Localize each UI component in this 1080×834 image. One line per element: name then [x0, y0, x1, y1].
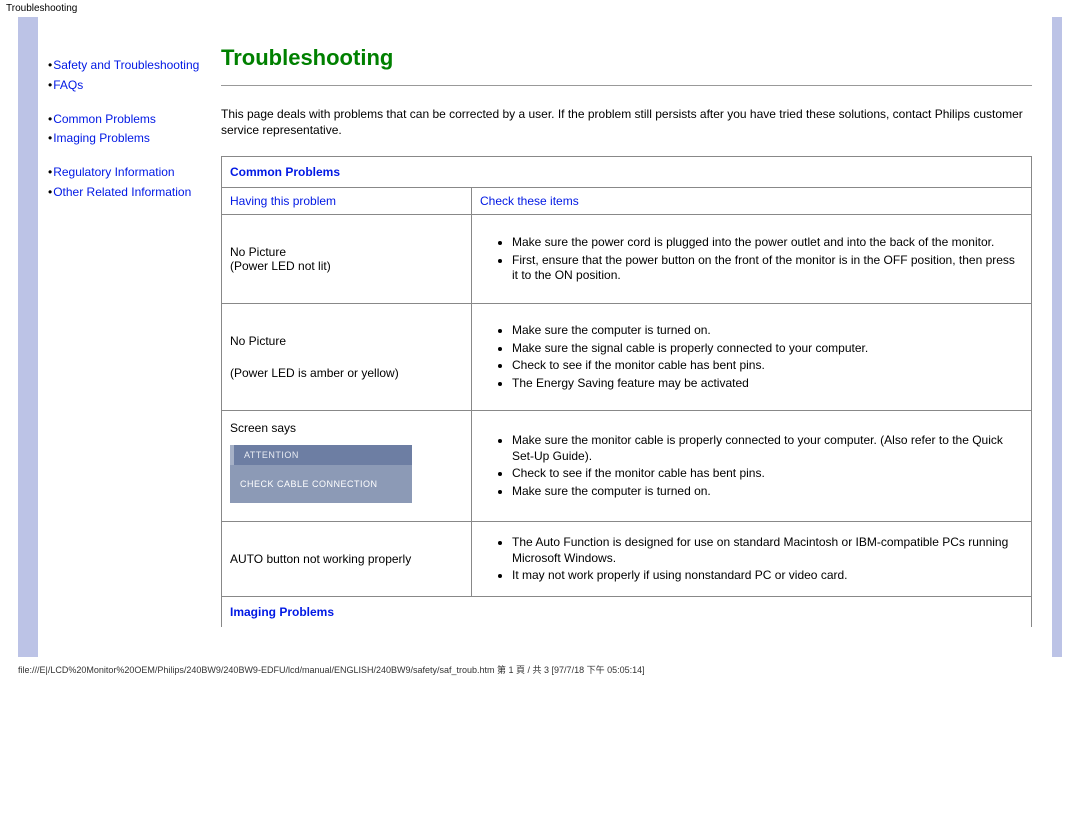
check-item: Make sure the monitor cable is properly …	[512, 433, 1023, 464]
check-item: First, ensure that the power button on t…	[512, 253, 1023, 284]
sidebar-item-common-problems: • Common Problems	[48, 111, 213, 128]
problem-line-1: Screen says	[230, 421, 463, 435]
page-title: Troubleshooting	[221, 45, 1032, 71]
link-safety-troubleshooting[interactable]: Safety and Troubleshooting	[53, 57, 199, 74]
problem-line-2: (Power LED not lit)	[230, 259, 463, 273]
column-head-check: Check these items	[472, 188, 1032, 215]
column-head-problem: Having this problem	[222, 188, 472, 215]
link-faqs[interactable]: FAQs	[53, 77, 83, 94]
sidebar-item-faqs: • FAQs	[48, 77, 213, 94]
check-cell: Make sure the monitor cable is properly …	[472, 411, 1032, 522]
check-cell: Make sure the computer is turned on. Mak…	[472, 304, 1032, 411]
attention-box: ATTENTION CHECK CABLE CONNECTION	[230, 445, 412, 503]
check-cell: The Auto Function is designed for use on…	[472, 522, 1032, 597]
layout: • Safety and Troubleshooting • FAQs • Co…	[38, 17, 1052, 657]
section-heading-imaging: Imaging Problems	[222, 597, 1032, 628]
link-imaging-problems[interactable]: Imaging Problems	[53, 130, 150, 147]
check-item: Make sure the computer is turned on.	[512, 323, 1023, 339]
check-item: It may not work properly if using nonsta…	[512, 568, 1023, 584]
check-item: Make sure the signal cable is properly c…	[512, 341, 1023, 357]
problem-line-1: AUTO button not working properly	[230, 552, 463, 566]
check-cell: Make sure the power cord is plugged into…	[472, 215, 1032, 304]
check-item: Check to see if the monitor cable has be…	[512, 466, 1023, 482]
troubleshooting-table: Common Problems Having this problem Chec…	[221, 156, 1032, 627]
problem-line-1: No Picture	[230, 245, 463, 259]
problem-cell: AUTO button not working properly	[222, 522, 472, 597]
problem-cell: No Picture (Power LED not lit)	[222, 215, 472, 304]
check-item: The Auto Function is designed for use on…	[512, 535, 1023, 566]
check-item: Make sure the power cord is plugged into…	[512, 235, 1023, 251]
main-content: Troubleshooting This page deals with pro…	[213, 35, 1042, 657]
link-common-problems[interactable]: Common Problems	[53, 111, 156, 128]
page-outer: • Safety and Troubleshooting • FAQs • Co…	[0, 17, 1080, 657]
intro-text: This page deals with problems that can b…	[221, 106, 1032, 138]
problem-line-1: No Picture	[230, 334, 463, 348]
attention-body: CHECK CABLE CONNECTION	[230, 465, 412, 503]
sidebar: • Safety and Troubleshooting • FAQs • Co…	[48, 35, 213, 657]
section-heading-common: Common Problems	[222, 157, 1032, 188]
sidebar-item-regulatory: • Regulatory Information	[48, 164, 213, 181]
decor-bar-left	[18, 17, 38, 657]
table-row: No Picture (Power LED not lit) Make sure…	[222, 215, 1032, 304]
footer-path: file:///E|/LCD%20Monitor%20OEM/Philips/2…	[0, 657, 1080, 684]
problem-line-2: (Power LED is amber or yellow)	[230, 366, 463, 380]
attention-head: ATTENTION	[230, 445, 412, 465]
page-top-label: Troubleshooting	[0, 0, 1080, 17]
problem-cell: No Picture (Power LED is amber or yellow…	[222, 304, 472, 411]
sidebar-item-imaging-problems: • Imaging Problems	[48, 130, 213, 147]
check-item: The Energy Saving feature may be activat…	[512, 376, 1023, 392]
link-other-related-information[interactable]: Other Related Information	[53, 184, 191, 201]
sidebar-item-other-related: • Other Related Information	[48, 184, 213, 201]
divider	[221, 85, 1032, 86]
decor-bar-right	[1052, 17, 1062, 657]
problem-cell: Screen says ATTENTION CHECK CABLE CONNEC…	[222, 411, 472, 522]
sidebar-item-safety: • Safety and Troubleshooting	[48, 57, 213, 74]
check-item: Make sure the computer is turned on.	[512, 484, 1023, 500]
table-row: No Picture (Power LED is amber or yellow…	[222, 304, 1032, 411]
link-regulatory-information[interactable]: Regulatory Information	[53, 164, 174, 181]
check-item: Check to see if the monitor cable has be…	[512, 358, 1023, 374]
table-row: AUTO button not working properly The Aut…	[222, 522, 1032, 597]
table-row: Screen says ATTENTION CHECK CABLE CONNEC…	[222, 411, 1032, 522]
